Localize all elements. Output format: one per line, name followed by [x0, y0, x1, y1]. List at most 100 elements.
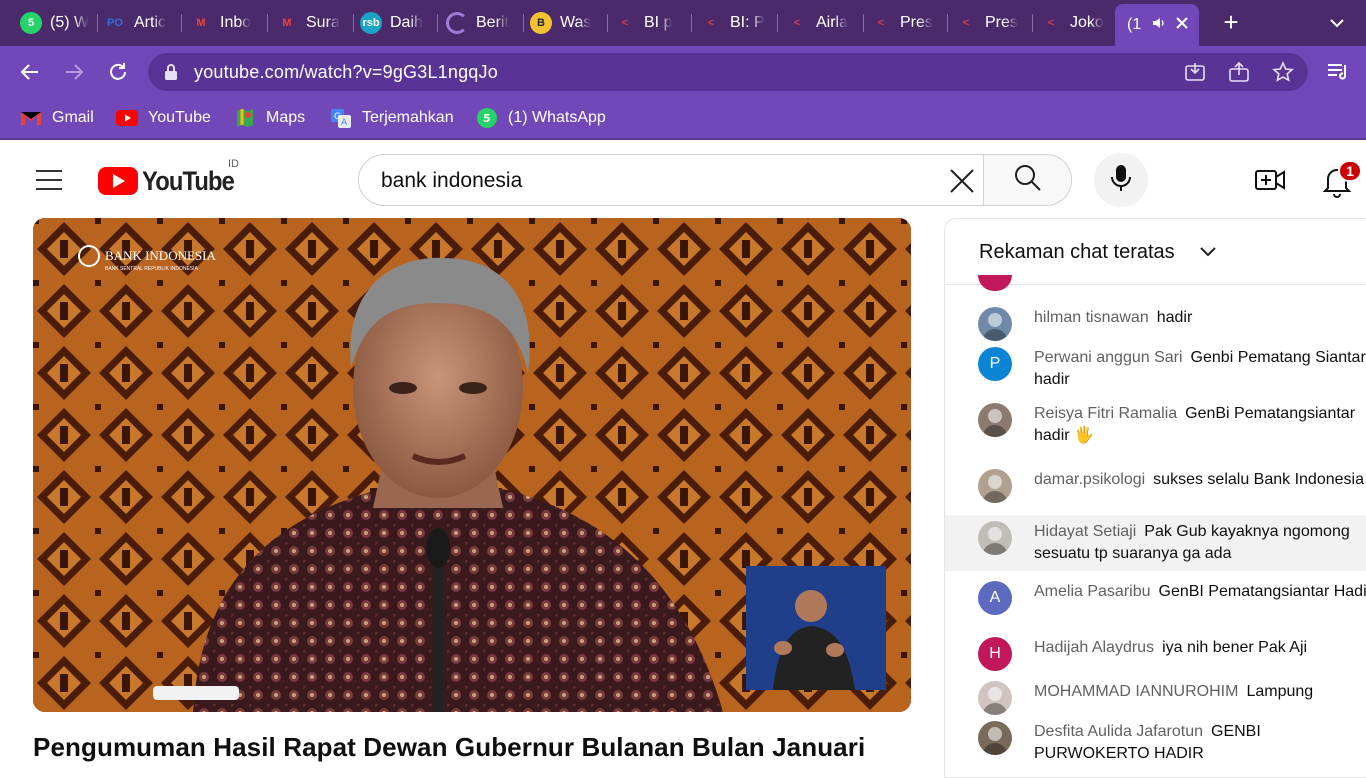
tab-label: Pres	[985, 14, 1018, 32]
media-queue-icon[interactable]	[1324, 58, 1352, 86]
chat-message[interactable]: AAmelia PasaribuGenBI Pematangsiantar Ha…	[945, 575, 1366, 625]
tab-12[interactable]: < Joko	[1040, 6, 1118, 40]
chat-author[interactable]: damar.psikologi	[1034, 471, 1145, 488]
video-player[interactable]: BANK INDONESIA BANK SENTRAL REPUBLIK IND…	[33, 218, 911, 712]
back-icon[interactable]	[16, 58, 44, 86]
chat-message[interactable]: Desfita Aulida JafarotunGENBI PURWOKERTO…	[945, 715, 1366, 765]
chat-message[interactable]: HHadijah Alaydrusiya nih bener Pak Aji	[945, 631, 1366, 673]
chat-author[interactable]: Desfita Aulida Jafarotun	[1034, 723, 1203, 740]
search-input[interactable]: bank indonesia	[381, 169, 522, 193]
region-code: ID	[228, 158, 239, 170]
chat-message[interactable]: damar.psikologi sukses selalu Bank Indone…	[945, 463, 1366, 515]
avatar	[978, 275, 1012, 291]
tab-11[interactable]: <Pres	[955, 6, 1033, 40]
share-icon[interactable]	[1228, 61, 1250, 83]
new-tab-button[interactable]: +	[1218, 10, 1244, 36]
chat-author[interactable]: Hidayat Setiaji	[1034, 523, 1136, 540]
chat-message[interactable]: Hidayat SetiajiPak Gub kayaknya ngomong …	[945, 515, 1366, 571]
address-bar[interactable]: youtube.com/watch?v=9gG3L1ngqJo	[148, 53, 1308, 91]
close-icon[interactable]	[1175, 16, 1189, 35]
chat-author[interactable]: MOHAMMAD IANNUROHIM	[1034, 683, 1238, 700]
bi-icon: <	[786, 12, 808, 34]
youtube-logo[interactable]: YouTube ID	[98, 166, 246, 196]
chat-message[interactable]: MOHAMMAD IANNUROHIMLampung	[945, 675, 1366, 715]
youtube-play-icon	[98, 167, 138, 195]
chat-message[interactable]: hilman tisnawanhadir	[945, 301, 1366, 339]
bi-icon: <	[870, 12, 892, 34]
chat-author[interactable]: Hadijah Alaydrus	[1034, 639, 1154, 656]
tab-separator	[523, 14, 524, 32]
lock-icon[interactable]	[164, 63, 178, 86]
video-watermark-sub: BANK SENTRAL REPUBLIK INDONESIA	[105, 266, 199, 272]
search-button[interactable]	[983, 155, 1071, 205]
chat-author[interactable]: Amelia Pasaribu	[1034, 583, 1151, 600]
chevron-down-icon[interactable]	[1326, 12, 1348, 34]
avatar[interactable]	[978, 721, 1012, 755]
youtube-page: YouTube ID bank indonesia 1	[0, 142, 1366, 768]
tab-active-youtube[interactable]: (1	[1115, 4, 1199, 46]
tab-separator	[691, 14, 692, 32]
speaker-icon[interactable]	[1151, 15, 1167, 36]
tab-9[interactable]: <Airla	[786, 6, 864, 40]
tab-7[interactable]: <BI p	[614, 6, 692, 40]
voice-search-button[interactable]	[1094, 153, 1148, 207]
tab-6[interactable]: B Was	[530, 6, 608, 40]
avatar[interactable]	[978, 681, 1012, 715]
bookmark-youtube[interactable]: YouTube	[116, 106, 211, 130]
bookmark-gmail[interactable]: Gmail	[20, 106, 94, 130]
star-icon[interactable]	[1272, 61, 1294, 83]
notification-badge: 1	[1338, 160, 1362, 182]
avatar[interactable]	[978, 469, 1012, 503]
tab-separator	[97, 14, 98, 32]
avatar[interactable]: H	[978, 637, 1012, 671]
avatar[interactable]	[978, 521, 1012, 555]
logo-text: YouTube	[142, 166, 234, 197]
tab-1[interactable]: POArtic	[104, 6, 182, 40]
tab-label: Artic	[134, 14, 166, 32]
browser-toolbar: youtube.com/watch?v=9gG3L1ngqJo	[0, 46, 1366, 98]
tab-label: Joko	[1070, 14, 1104, 32]
bookmark-maps[interactable]: Maps	[234, 106, 305, 130]
tab-3[interactable]: MSura	[276, 6, 354, 40]
tab-5[interactable]: Berit	[446, 6, 524, 40]
chat-text: sukses selalu Bank Indonesia	[1153, 471, 1364, 488]
chat-message-text: Reisya Fitri RamaliaGenBi Pematangsianta…	[1034, 403, 1366, 447]
avatar[interactable]	[978, 307, 1012, 341]
chat-message-text: Hidayat SetiajiPak Gub kayaknya ngomong …	[1034, 521, 1366, 565]
bookmark-label: Maps	[266, 109, 305, 127]
loading-icon	[446, 12, 468, 34]
tab-10[interactable]: < Pres	[870, 6, 948, 40]
tab-0[interactable]: 5(5) W	[20, 6, 98, 40]
chat-message[interactable]: Reisya Fitri RamaliaGenBi Pematangsianta…	[945, 397, 1366, 457]
bookmark-whatsapp[interactable]: 5 (1) WhatsApp	[476, 106, 606, 130]
bi-icon: <	[1040, 12, 1062, 34]
chat-mode-selector[interactable]: Rekaman chat teratas	[979, 241, 1175, 264]
forward-icon[interactable]	[60, 58, 88, 86]
tab-2[interactable]: MInbo	[190, 6, 268, 40]
avatar[interactable]	[978, 403, 1012, 437]
chat-author[interactable]: hilman tisnawan	[1034, 309, 1149, 326]
tab-8[interactable]: <BI: P	[700, 6, 778, 40]
search-box[interactable]: bank indonesia	[358, 154, 1072, 206]
tab-label: Was	[560, 14, 591, 32]
bitcoin-icon: B	[530, 12, 552, 34]
chat-message[interactable]: PPerwani anggun SariGenbi Pematang Siant…	[945, 341, 1366, 393]
browser-tab-strip: 5(5) WPOArticMInboMSurarsbDaihBerit B Was <…	[0, 0, 1366, 46]
clear-icon[interactable]	[949, 168, 975, 194]
bookmark-translate[interactable]: GA Terjemahkan	[330, 106, 454, 130]
create-video-icon[interactable]	[1254, 166, 1286, 194]
video-title: Pengumuman Hasil Rapat Dewan Gubernur Bu…	[33, 732, 865, 763]
bookmark-label: YouTube	[148, 109, 211, 127]
chat-author[interactable]: Reisya Fitri Ramalia	[1034, 405, 1177, 422]
chevron-down-icon[interactable]	[1199, 245, 1217, 263]
chat-author[interactable]: Perwani anggun Sari	[1034, 349, 1183, 366]
tab-label: (1	[1127, 16, 1141, 34]
tab-label: Pres	[900, 14, 933, 32]
tab-4[interactable]: rsbDaih	[360, 6, 438, 40]
menu-icon[interactable]	[36, 170, 62, 190]
tab-separator	[437, 14, 438, 32]
reload-icon[interactable]	[104, 58, 132, 86]
avatar[interactable]: A	[978, 581, 1012, 615]
avatar[interactable]: P	[978, 347, 1012, 381]
install-icon[interactable]	[1184, 61, 1206, 83]
